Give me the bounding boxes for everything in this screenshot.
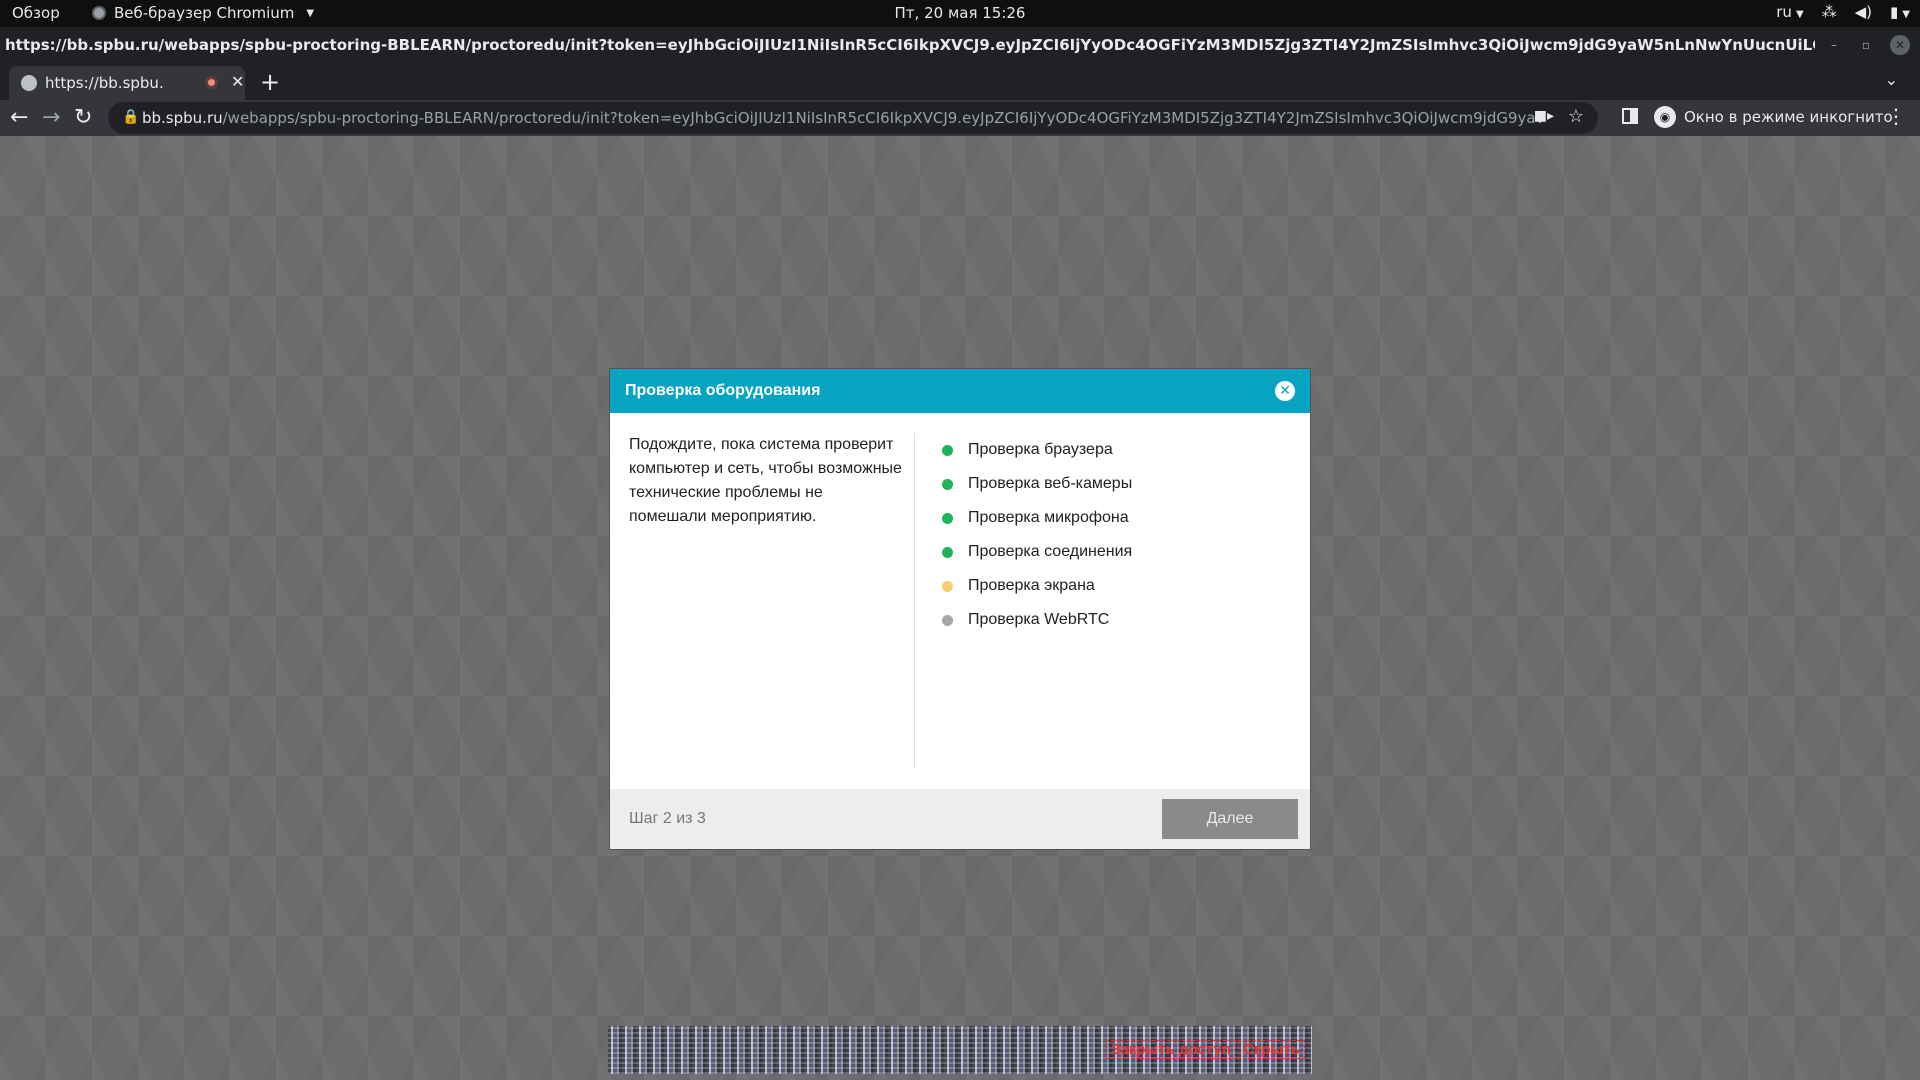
status-dot-icon bbox=[942, 478, 953, 490]
check-item-label: Проверка WebRTC bbox=[968, 611, 1110, 628]
incognito-label: Окно в режиме инкогнито bbox=[1684, 108, 1893, 126]
language-label: ru bbox=[1776, 3, 1792, 21]
dialog-footer: Шаг 2 из 3 Далее bbox=[610, 789, 1310, 849]
status-dot-icon bbox=[942, 580, 953, 592]
check-list: Проверка браузера Проверка веб-камеры Пров… bbox=[942, 433, 1132, 637]
browser-toolbar: ← → ↻ 🔒 bb.spbu.ru/webapps/spbu-proctori… bbox=[0, 100, 1920, 136]
status-dot-icon bbox=[942, 444, 953, 456]
equipment-check-dialog: Проверка оборудования ✕ Подождите, пока … bbox=[610, 369, 1310, 849]
lock-icon[interactable]: 🔒 bbox=[122, 109, 139, 125]
address-bar[interactable]: 🔒 bb.spbu.ru/webapps/spbu-proctoring-BBL… bbox=[108, 102, 1598, 134]
check-item-label: Проверка браузера bbox=[968, 441, 1113, 458]
globe-icon bbox=[21, 75, 37, 91]
system-tray[interactable]: ru ▼ ⁂ ◀) ▮ ▼ bbox=[1776, 3, 1910, 21]
forward-arrow-icon[interactable]: → bbox=[42, 105, 60, 130]
url-text[interactable]: bb.spbu.ru/webapps/spbu-proctoring-BBLEA… bbox=[142, 109, 1542, 127]
dialog-description: Подождите, пока система проверит компьют… bbox=[629, 436, 902, 525]
window-title: https://bb.spbu.ru/webapps/spbu-proctori… bbox=[5, 36, 1815, 54]
more-menu-icon[interactable]: ⋮ bbox=[1886, 104, 1906, 128]
battery-icon[interactable]: ▮ ▼ bbox=[1890, 3, 1910, 21]
incognito-icon: ◉ bbox=[1654, 106, 1676, 128]
status-dot-icon bbox=[942, 614, 953, 626]
network-icon[interactable]: ⁂ bbox=[1822, 3, 1837, 21]
check-item-label: Проверка микрофона bbox=[968, 509, 1129, 526]
minimize-icon[interactable]: – bbox=[1824, 35, 1844, 55]
step-indicator: Шаг 2 из 3 bbox=[629, 810, 706, 827]
close-window-icon[interactable]: ✕ bbox=[1890, 35, 1910, 55]
check-item: Проверка WebRTC bbox=[942, 592, 1132, 637]
system-top-bar: Обзор Веб-браузер Chromium ▼ Пт, 20 мая … bbox=[0, 0, 1920, 27]
tab-close-icon[interactable]: ✕ bbox=[231, 72, 244, 91]
chevron-down-icon: ▼ bbox=[1795, 9, 1804, 20]
clock[interactable]: Пт, 20 мая 15:26 bbox=[0, 4, 1920, 22]
dialog-close-icon[interactable]: ✕ bbox=[1275, 381, 1295, 401]
stop-sharing-button[interactable]: Закрыть доступ bbox=[1106, 1040, 1236, 1059]
restore-icon[interactable]: ▫ bbox=[1856, 35, 1876, 55]
status-dot-icon bbox=[942, 512, 953, 524]
dialog-body: Подождите, пока система проверит компьют… bbox=[610, 413, 1310, 789]
check-item-label: Проверка веб-камеры bbox=[968, 475, 1133, 492]
url-path: /webapps/spbu-proctoring-BBLEARN/proctor… bbox=[222, 109, 1542, 127]
incognito-indicator[interactable]: ◉ Окно в режиме инкогнито bbox=[1654, 106, 1893, 128]
status-dot-icon bbox=[942, 546, 953, 558]
check-item-label: Проверка соединения bbox=[968, 543, 1133, 560]
dialog-title: Проверка оборудования bbox=[625, 382, 821, 399]
check-item-label: Проверка экрана bbox=[968, 577, 1095, 594]
divider bbox=[914, 433, 915, 768]
window-title-bar[interactable]: https://bb.spbu.ru/webapps/spbu-proctori… bbox=[0, 27, 1920, 64]
page-background: Проверка оборудования ✕ Подождите, пока … bbox=[0, 136, 1920, 1080]
volume-icon[interactable]: ◀) bbox=[1855, 3, 1872, 21]
language-indicator[interactable]: ru ▼ bbox=[1776, 3, 1803, 21]
tab-strip: https://bb.spbu.ru/webapps ✕ + ⌄ bbox=[0, 64, 1920, 100]
screen-share-bar: Закрыть доступ Скрыть bbox=[608, 1026, 1312, 1074]
hide-button[interactable]: Скрыть bbox=[1238, 1040, 1305, 1059]
recording-indicator-icon bbox=[205, 76, 218, 89]
next-button[interactable]: Далее bbox=[1162, 799, 1298, 839]
chevron-down-icon: ▼ bbox=[1902, 9, 1910, 20]
tab-title: https://bb.spbu.ru/webapps bbox=[45, 74, 165, 92]
dialog-header: Проверка оборудования ✕ bbox=[610, 369, 1310, 413]
side-panel-icon[interactable] bbox=[1622, 108, 1638, 124]
bookmark-star-icon[interactable]: ☆ bbox=[1568, 106, 1584, 127]
reload-icon[interactable]: ↻ bbox=[74, 105, 92, 130]
tab-active[interactable]: https://bb.spbu.ru/webapps ✕ bbox=[9, 66, 245, 100]
new-tab-button[interactable]: + bbox=[260, 68, 280, 96]
tab-search-chevron-icon[interactable]: ⌄ bbox=[1885, 70, 1898, 89]
url-host: bb.spbu.ru bbox=[142, 109, 223, 127]
camera-in-use-icon[interactable]: ■▸ bbox=[1534, 108, 1554, 124]
back-arrow-icon[interactable]: ← bbox=[10, 105, 28, 130]
